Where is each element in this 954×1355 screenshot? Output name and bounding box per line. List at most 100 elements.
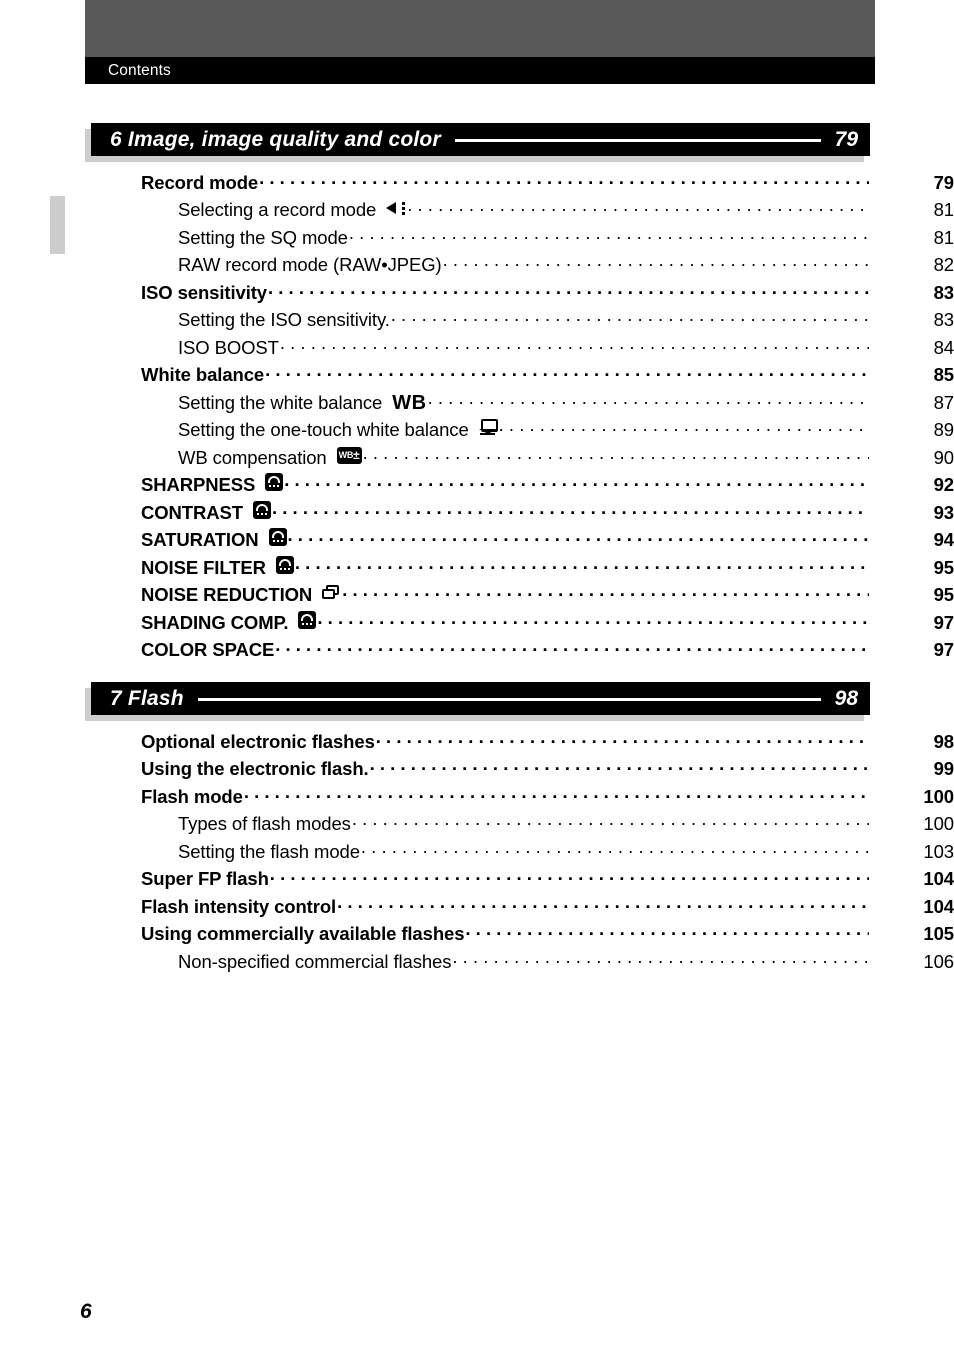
toc-entry-page: 89 — [933, 419, 954, 440]
toc-entry-page: 98 — [933, 730, 954, 752]
section-title: 6 Image, image quality and color — [110, 128, 441, 151]
toc-entry-page: 104 — [923, 868, 954, 889]
toc-entry[interactable]: Using the electronic flash. 99 — [0, 757, 954, 785]
toc-entry[interactable]: Optional electronic flashes 98 — [0, 729, 954, 757]
toc-entry[interactable]: Non-specified commercial flashes 106 — [0, 949, 954, 977]
dot-leader — [275, 638, 869, 657]
picture-mode-icon — [298, 610, 317, 629]
dot-leader — [342, 583, 869, 602]
toc-entry[interactable]: Setting the one-touch white balance 89 — [0, 418, 954, 446]
section-rule — [197, 698, 821, 701]
toc-entry-label: Selecting a record mode — [178, 199, 377, 220]
toc-entry-label: SHARPNESS — [141, 474, 256, 495]
toc-entry[interactable]: Super FP flash 104 — [0, 867, 954, 895]
toc-entry[interactable]: WB compensation WB± 90 — [0, 445, 954, 473]
dot-leader — [465, 922, 869, 941]
toc-entry[interactable]: White balance 85 — [0, 363, 954, 391]
dot-leader — [349, 225, 869, 244]
band-gap — [0, 162, 954, 170]
toc-entry[interactable]: ISO sensitivity 83 — [0, 280, 954, 308]
toc-entry-label: Flash mode — [141, 785, 243, 807]
dot-leader — [295, 555, 869, 574]
one-touch-wb-icon — [478, 419, 498, 436]
toc-entry[interactable]: Flash mode 100 — [0, 784, 954, 812]
toc-entry[interactable]: ISO BOOST 84 — [0, 335, 954, 363]
dot-leader — [361, 839, 869, 858]
section-title: 7 Flash — [110, 687, 184, 710]
section-page-number: 98 — [834, 687, 858, 710]
toc-entry-page: 103 — [923, 840, 954, 862]
toc-entry-page: 84 — [933, 336, 954, 358]
running-head-label: Contents — [108, 62, 171, 79]
section-page-number: 79 — [834, 128, 858, 151]
toc-entry[interactable]: Using commercially available flashes 105 — [0, 922, 954, 950]
toc-entry-page: 92 — [933, 474, 954, 495]
toc-entry-page: 100 — [923, 785, 954, 807]
toc-entry[interactable]: NOISE REDUCTION 95 — [0, 583, 954, 611]
toc-entry-page: 106 — [923, 950, 954, 972]
toc-entry[interactable]: NOISE FILTER 95 — [0, 555, 954, 583]
toc-entry-label: Setting the SQ mode — [178, 226, 348, 248]
toc-entry-label: ISO sensitivity — [141, 281, 267, 303]
page-number: 6 — [80, 1300, 92, 1323]
toc-entry-label: White balance — [141, 364, 265, 385]
toc-entry[interactable]: Setting the SQ mode 81 — [0, 225, 954, 253]
toc-entry-label: SHADING COMP. — [141, 611, 289, 633]
dot-leader — [337, 894, 869, 913]
toc-entry[interactable]: RAW record mode (RAW•JPEG) 82 — [0, 253, 954, 281]
dot-leader — [428, 390, 869, 409]
toc-entry-page: 87 — [933, 391, 954, 413]
toc-entry-label: Setting the flash mode — [178, 840, 360, 862]
toc-entry-page: 79 — [933, 171, 954, 193]
toc-entry-page: 104 — [923, 895, 954, 917]
toc-entry-page: 97 — [933, 639, 954, 660]
toc-entry-page: 82 — [933, 254, 954, 275]
toc-entry-label: NOISE REDUCTION — [141, 584, 313, 605]
toc-entry[interactable]: Setting the ISO sensitivity. 83 — [0, 308, 954, 336]
toc-entry-page: 94 — [933, 529, 954, 550]
dot-leader — [244, 784, 869, 803]
dot-leader — [391, 308, 869, 327]
dot-leader — [407, 198, 869, 217]
dot-leader — [270, 867, 869, 886]
toc-entry-label: Flash intensity control — [141, 895, 337, 917]
section-entry-list: Optional electronic flashes 98 Using the e… — [0, 729, 954, 977]
toc-entry-label: SATURATION — [141, 529, 259, 550]
toc-entry-label: RAW record mode (RAW•JPEG) — [178, 254, 442, 275]
toc-entry-label: Setting the one-touch white balance — [178, 419, 469, 440]
dot-leader — [317, 610, 869, 629]
toc-entry-page: 83 — [933, 309, 954, 330]
toc-entry[interactable]: SHARPNESS 92 — [0, 473, 954, 501]
toc-entry[interactable]: Types of flash modes 100 — [0, 812, 954, 840]
toc-entry-page: 95 — [933, 584, 954, 605]
toc-entry[interactable]: Setting the white balance WB 87 — [0, 390, 954, 418]
toc-entry[interactable]: CONTRAST 93 — [0, 500, 954, 528]
toc-entry[interactable]: Record mode 79 — [0, 170, 954, 198]
toc-entry-page: 81 — [933, 226, 954, 248]
toc-entry-label: Optional electronic flashes — [141, 730, 375, 752]
toc-entry[interactable]: COLOR SPACE 97 — [0, 638, 954, 666]
section-rule — [454, 139, 821, 142]
picture-mode-icon — [275, 555, 294, 574]
toc-entry[interactable]: SATURATION 94 — [0, 528, 954, 556]
wb-compensation-icon: WB ± — [336, 446, 362, 464]
toc-entry-label: COLOR SPACE — [141, 639, 275, 660]
toc-entry-page: 99 — [933, 758, 954, 779]
toc-entry-page: 100 — [923, 813, 954, 834]
table-of-contents: 6 Image, image quality and color 79 Record… — [0, 123, 954, 977]
toc-entry-label: Setting the white balance — [178, 391, 383, 413]
section-header-bar: 7 Flash 98 — [91, 682, 870, 715]
toc-entry[interactable]: SHADING COMP. 97 — [0, 610, 954, 638]
noise-reduction-icon — [322, 585, 341, 601]
toc-entry[interactable]: Setting the flash mode 103 — [0, 839, 954, 867]
toc-entry[interactable]: Selecting a record mode 81 — [0, 198, 954, 226]
toc-entry-label: Using the electronic flash. — [141, 758, 369, 779]
toc-entry-page: 85 — [933, 364, 954, 385]
toc-entry-page: 83 — [933, 281, 954, 303]
dot-leader — [376, 729, 869, 748]
toc-entry[interactable]: Flash intensity control 104 — [0, 894, 954, 922]
dot-leader — [272, 500, 869, 519]
section-header-6: 6 Image, image quality and color 79 — [85, 123, 870, 162]
toc-entry-label: Super FP flash — [141, 868, 269, 889]
